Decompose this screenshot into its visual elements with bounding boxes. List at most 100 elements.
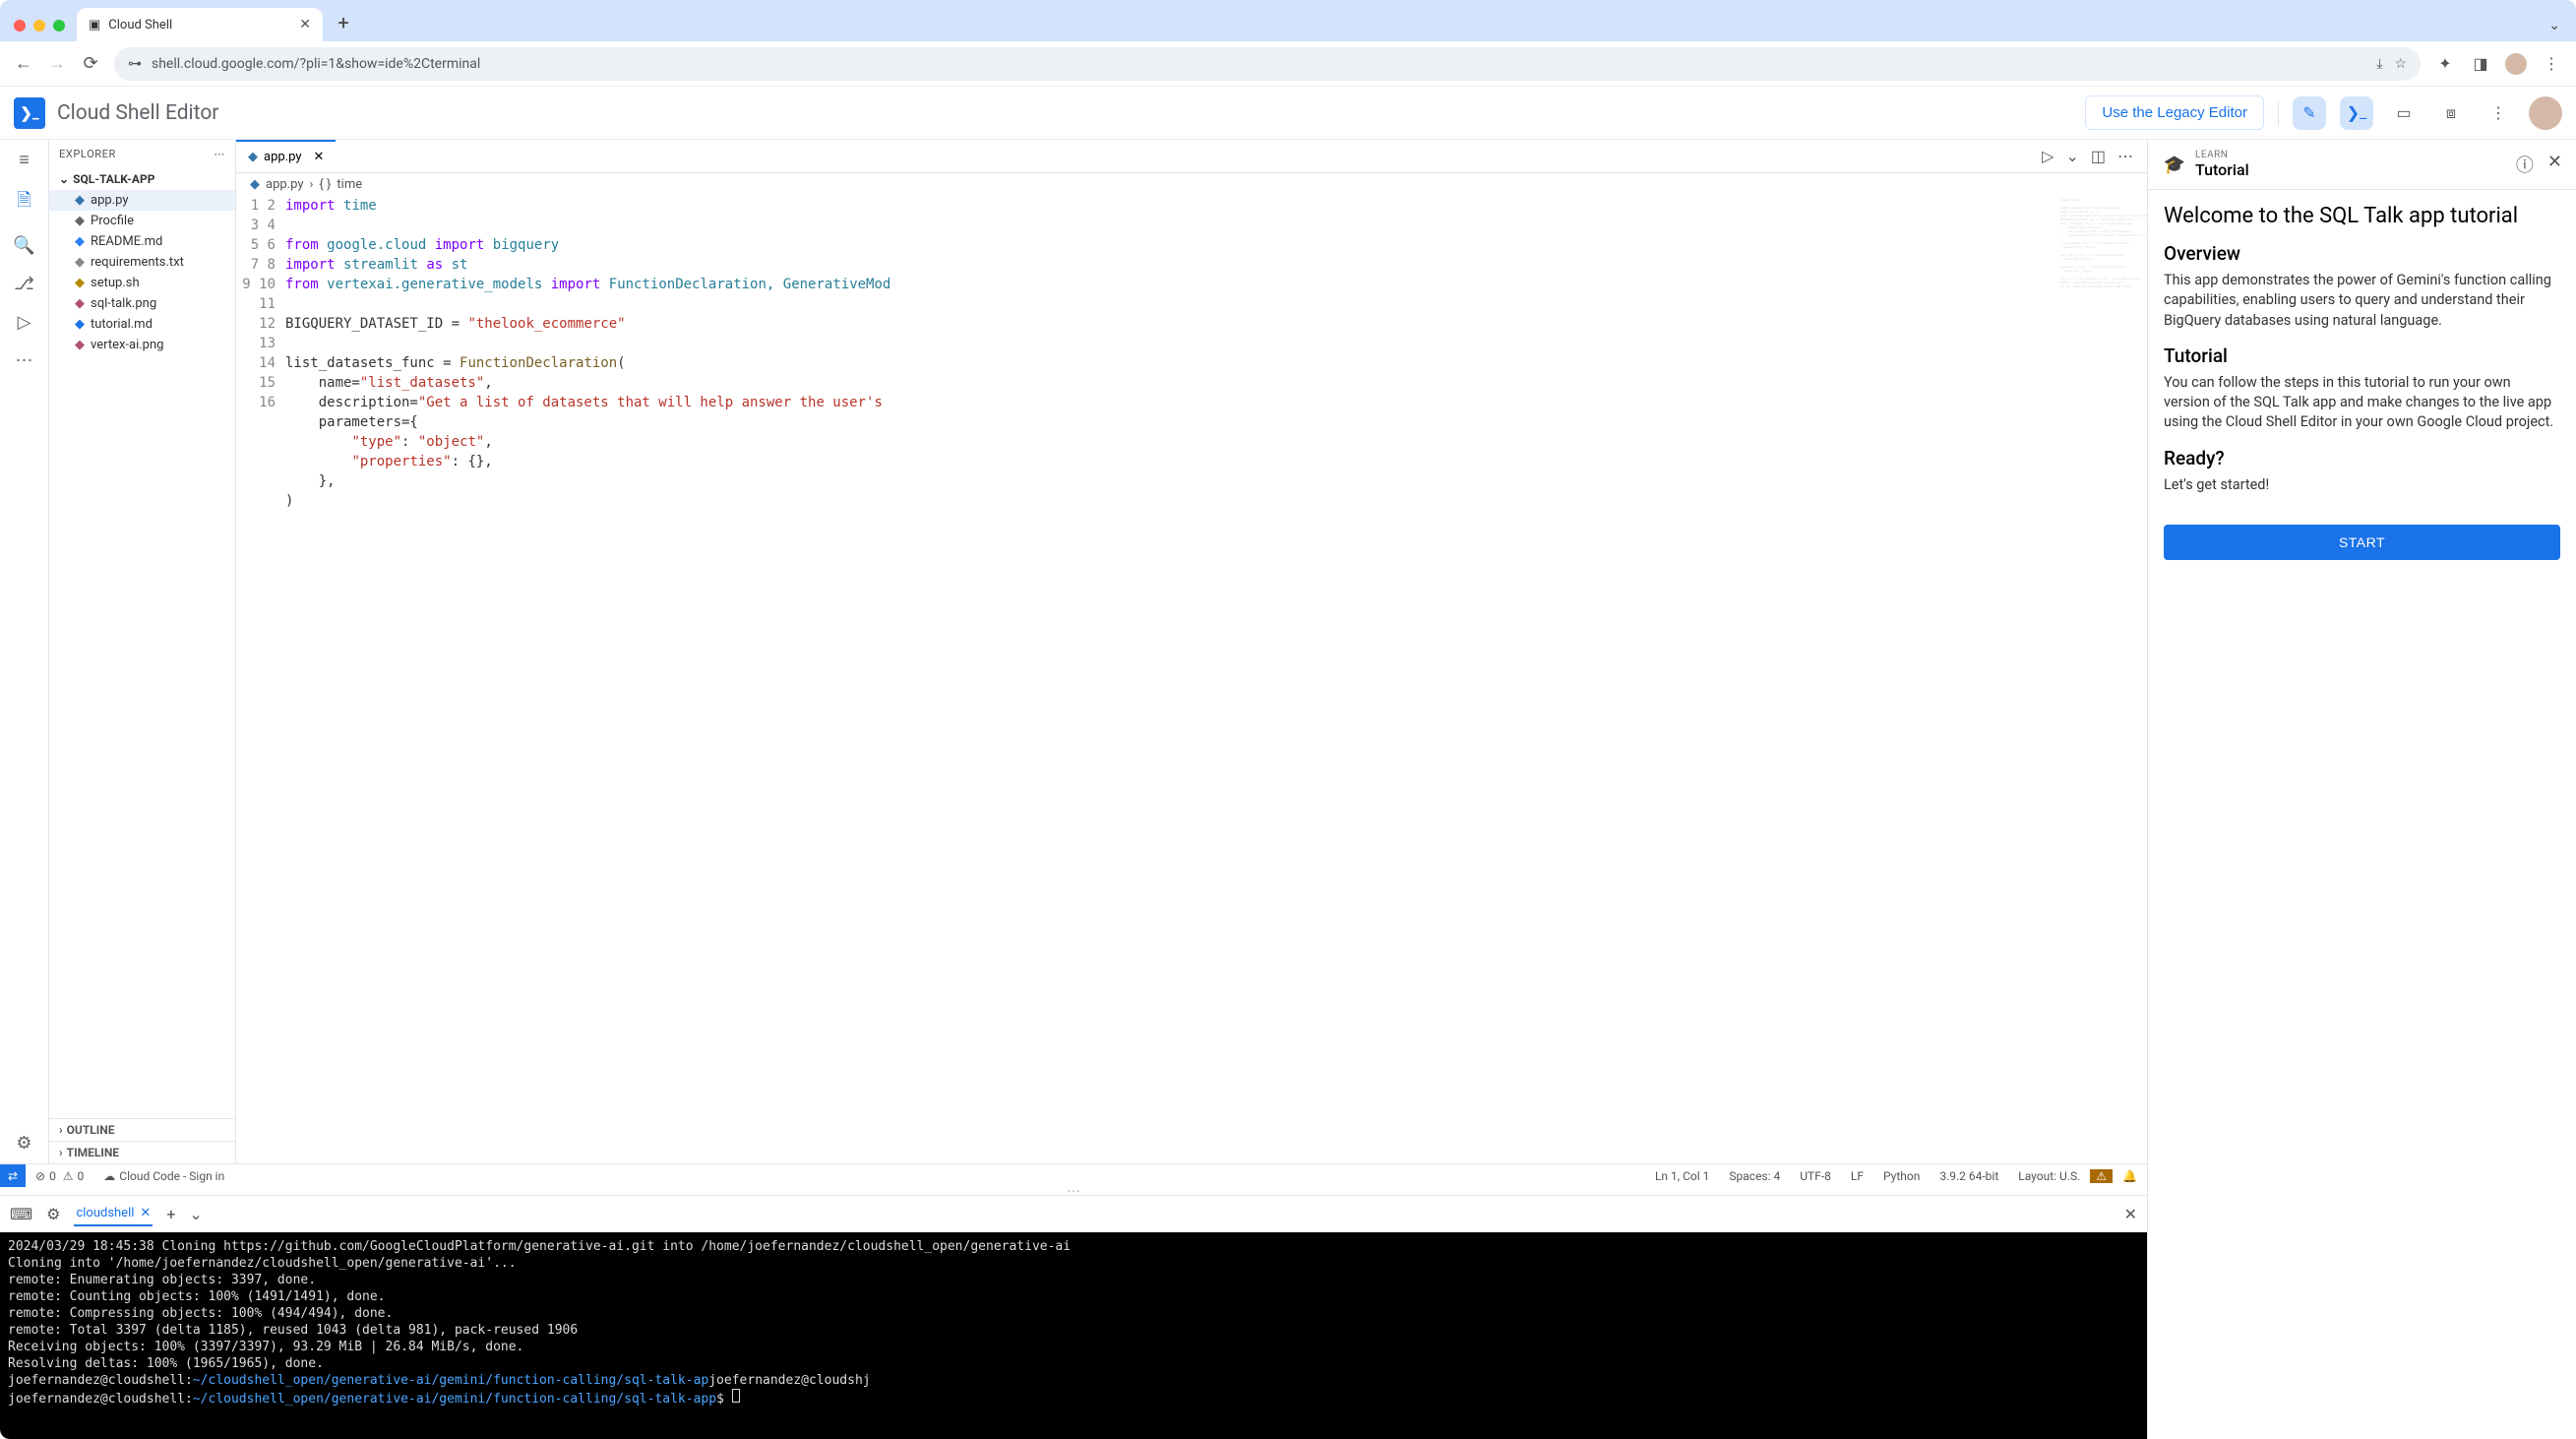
file-item[interactable]: ◆setup.sh — [49, 273, 235, 293]
editor-tab-app-py[interactable]: ◆ app.py ✕ — [236, 140, 336, 172]
overview-text: This app demonstrates the power of Gemin… — [2164, 271, 2560, 331]
legacy-editor-button[interactable]: Use the Legacy Editor — [2085, 95, 2264, 130]
run-icon[interactable]: ▷ — [2042, 147, 2054, 165]
explorer-more-icon[interactable]: ⋯ — [214, 148, 225, 160]
warning-badge-icon[interactable]: ⚠ — [2090, 1169, 2113, 1183]
reload-icon[interactable]: ⟳ — [81, 53, 100, 74]
file-item[interactable]: ◆sql-talk.png — [49, 293, 235, 314]
breadcrumb[interactable]: ◆ app.py › { } time — [236, 173, 2147, 196]
tab-dropdown-icon[interactable]: ⌄ — [2548, 18, 2570, 41]
tab-filename: app.py — [264, 150, 301, 164]
panel-icon[interactable]: ⧈ — [2434, 96, 2468, 130]
breadcrumb-file: app.py — [266, 177, 303, 192]
outline-label: OUTLINE — [67, 1123, 115, 1137]
terminal-toggle-icon[interactable]: ❯_ — [2340, 96, 2373, 130]
project-folder[interactable]: ⌄ SQL-TALK-APP — [49, 168, 235, 190]
address-bar[interactable]: ⊶ shell.cloud.google.com/?pli=1&show=ide… — [114, 47, 2421, 81]
file-item[interactable]: ◆requirements.txt — [49, 252, 235, 273]
url-text: shell.cloud.google.com/?pli=1&show=ide%2… — [152, 56, 480, 72]
profile-avatar[interactable] — [2505, 53, 2527, 75]
python-version[interactable]: 3.9.2 64-bit — [1930, 1169, 2008, 1183]
terminal-menu-icon[interactable]: ⌄ — [189, 1205, 202, 1223]
browser-tab[interactable]: ▣ Cloud Shell ✕ — [77, 8, 323, 41]
bookmark-icon[interactable]: ☆ — [2394, 56, 2407, 72]
file-item[interactable]: ◆app.py — [49, 190, 235, 211]
info-icon[interactable]: ⓘ — [2516, 152, 2534, 177]
install-app-icon[interactable]: ⤓ — [2376, 56, 2382, 72]
run-more-icon[interactable]: ⌄ — [2065, 147, 2078, 165]
outline-section[interactable]: › OUTLINE — [49, 1118, 235, 1141]
keyboard-icon[interactable]: ⌨ — [10, 1205, 32, 1223]
address-bar-row: ← → ⟳ ⊶ shell.cloud.google.com/?pli=1&sh… — [0, 41, 2576, 87]
encoding[interactable]: UTF-8 — [1790, 1169, 1841, 1183]
file-name: Procfile — [91, 214, 134, 228]
new-tab-button[interactable]: + — [329, 8, 358, 37]
source-control-icon[interactable]: ⎇ — [14, 274, 34, 294]
indent-setting[interactable]: Spaces: 4 — [1719, 1169, 1790, 1183]
app-title: Cloud Shell Editor — [57, 101, 218, 125]
kebab-icon[interactable]: ⋮ — [2541, 54, 2562, 73]
editor-more-icon[interactable]: ⋯ — [2117, 147, 2133, 165]
learn-label: LEARN — [2195, 150, 2249, 160]
split-editor-icon[interactable]: ◫ — [2091, 147, 2106, 165]
file-name: tutorial.md — [91, 317, 153, 332]
terminal-tab[interactable]: cloudshell ✕ — [74, 1202, 153, 1226]
close-window-icon[interactable] — [14, 20, 26, 31]
code-area[interactable]: 1 2 3 4 5 6 7 8 9 10 11 12 13 14 15 16 i… — [236, 196, 2147, 1163]
minimize-window-icon[interactable] — [33, 20, 45, 31]
explorer-icon[interactable]: 🗎 — [17, 188, 31, 218]
tutorial-text: You can follow the steps in this tutoria… — [2164, 373, 2560, 433]
back-icon[interactable]: ← — [14, 53, 33, 74]
sidepanel-icon[interactable]: ◨ — [2470, 54, 2491, 73]
ready-heading: Ready? — [2164, 447, 2560, 469]
tutorial-panel: 🎓 LEARN Tutorial ⓘ ✕ Welcome to the SQL … — [2148, 140, 2576, 1439]
terminal-body[interactable]: 2024/03/29 18:45:38 Cloning https://gith… — [0, 1232, 2147, 1439]
timeline-section[interactable]: › TIMELINE — [49, 1141, 235, 1163]
more-icon[interactable]: ⋮ — [2482, 96, 2515, 130]
code-content[interactable]: import time from google.cloud import big… — [285, 196, 2147, 1163]
file-item[interactable]: ◆vertex-ai.png — [49, 335, 235, 355]
close-tab-icon[interactable]: ✕ — [299, 17, 311, 32]
start-button[interactable]: START — [2164, 525, 2560, 560]
debug-icon[interactable]: ▷ — [18, 312, 31, 333]
fullscreen-window-icon[interactable] — [53, 20, 65, 31]
file-item[interactable]: ◆tutorial.md — [49, 314, 235, 335]
eol[interactable]: LF — [1841, 1169, 1873, 1183]
file-icon: ◆ — [75, 193, 85, 208]
file-name: requirements.txt — [91, 255, 184, 270]
close-terminal-tab-icon[interactable]: ✕ — [140, 1206, 151, 1220]
line-gutter: 1 2 3 4 5 6 7 8 9 10 11 12 13 14 15 16 — [236, 196, 285, 1163]
remote-indicator-icon[interactable]: ⇄ — [0, 1164, 26, 1187]
keyboard-layout[interactable]: Layout: U.S. — [2008, 1169, 2090, 1183]
terminal-settings-icon[interactable]: ⚙ — [46, 1205, 60, 1223]
close-terminal-panel-icon[interactable]: ✕ — [2124, 1205, 2137, 1223]
notifications-icon[interactable]: 🔔 — [2113, 1169, 2147, 1183]
add-terminal-icon[interactable]: + — [166, 1205, 175, 1223]
preview-icon[interactable]: ▭ — [2387, 96, 2421, 130]
file-icon: ◆ — [75, 234, 85, 249]
file-item[interactable]: ◆README.md — [49, 231, 235, 252]
problems-indicator[interactable]: ⊘ 0 ⚠ 0 — [26, 1169, 93, 1183]
ellipsis-icon[interactable]: ⋯ — [16, 350, 33, 371]
cloud-code-signin[interactable]: ☁ Cloud Code - Sign in — [93, 1169, 234, 1183]
file-icon: ◆ — [75, 214, 85, 228]
resize-handle[interactable]: • • • — [0, 1187, 2147, 1195]
cursor-position[interactable]: Ln 1, Col 1 — [1645, 1169, 1719, 1183]
editor-toggle-icon[interactable]: ✎ — [2293, 96, 2326, 130]
file-icon: ◆ — [75, 276, 85, 290]
close-editor-tab-icon[interactable]: ✕ — [313, 150, 324, 164]
file-icon: ◆ — [75, 296, 85, 311]
extensions-icon[interactable]: ✦ — [2434, 54, 2456, 73]
file-item[interactable]: ◆ Procfile — [49, 211, 235, 231]
close-tutorial-icon[interactable]: ✕ — [2547, 152, 2562, 177]
user-avatar[interactable] — [2529, 96, 2562, 130]
forward-icon[interactable]: → — [47, 53, 67, 74]
minimap[interactable]: import time from google.cloud import big… — [2058, 196, 2147, 1163]
language-mode[interactable]: Python — [1873, 1169, 1930, 1183]
search-icon[interactable]: 🔍 — [13, 235, 34, 256]
menu-icon[interactable]: ≡ — [19, 150, 30, 170]
breadcrumb-symbol: time — [337, 177, 362, 192]
site-info-icon[interactable]: ⊶ — [128, 56, 142, 72]
overview-heading: Overview — [2164, 242, 2560, 265]
settings-gear-icon[interactable]: ⚙ — [16, 1133, 31, 1163]
